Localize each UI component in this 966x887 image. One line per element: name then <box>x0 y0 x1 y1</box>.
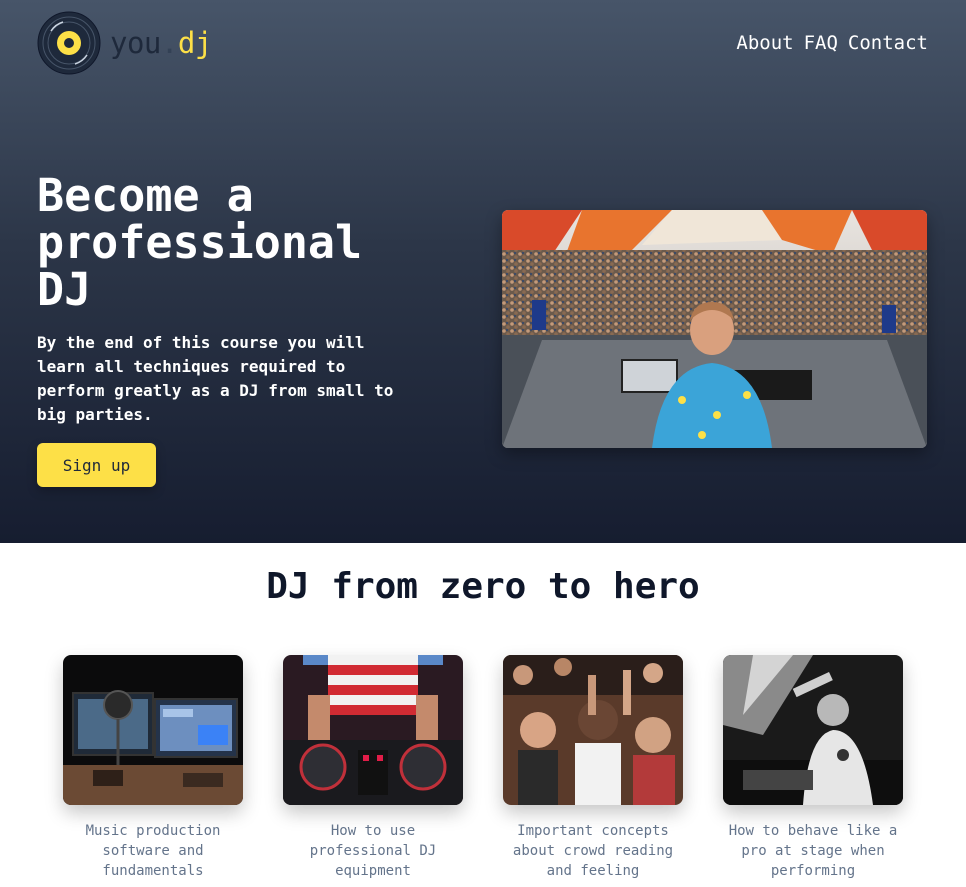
course-card[interactable]: How to use professional DJ equipment <box>283 655 463 881</box>
section-title: DJ from zero to hero <box>266 566 700 607</box>
card-image-performer <box>723 655 903 805</box>
hero-section: you.dj About FAQ Contact Become a profes… <box>0 0 966 543</box>
card-image-studio <box>63 655 243 805</box>
hero-dj-photo <box>502 210 927 448</box>
main-nav: About FAQ Contact <box>726 30 928 56</box>
brand-logo[interactable]: you.dj <box>37 11 212 75</box>
course-card[interactable]: Important concepts about crowd reading a… <box>503 655 683 881</box>
hero-title: Become a professional DJ <box>37 169 363 316</box>
card-image-dj-controller <box>283 655 463 805</box>
brand-wordmark: you.dj <box>110 25 212 60</box>
course-card[interactable]: How to behave like a pro at stage when p… <box>723 655 903 881</box>
vinyl-record-icon <box>37 11 101 75</box>
nav-about-link[interactable]: About <box>736 30 793 56</box>
card-image-crowd <box>503 655 683 805</box>
card-caption: Important concepts about crowd reading a… <box>512 823 674 879</box>
signup-button[interactable]: Sign up <box>37 443 156 487</box>
hero-description: By the end of this course you will learn… <box>37 333 394 424</box>
nav-faq-link[interactable]: FAQ <box>804 30 838 56</box>
card-caption: How to behave like a pro at stage when p… <box>728 823 898 879</box>
brand-name-dot: . <box>160 25 178 60</box>
nav-contact-link[interactable]: Contact <box>848 30 928 56</box>
course-card[interactable]: Music production software and fundamenta… <box>63 655 243 881</box>
card-caption: Music production software and fundamenta… <box>85 823 221 879</box>
card-caption: How to use professional DJ equipment <box>309 823 437 879</box>
brand-name-part1: you <box>110 25 161 60</box>
brand-name-part2: dj <box>177 25 212 60</box>
